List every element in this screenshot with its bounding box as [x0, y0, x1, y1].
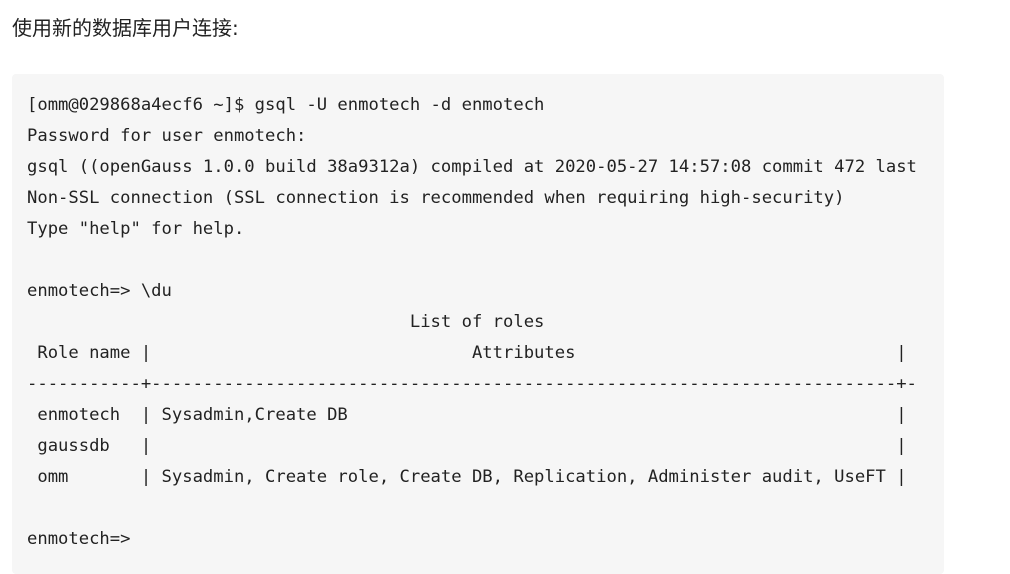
- terminal-line: List of roles: [27, 312, 545, 332]
- terminal-line: gsql ((openGauss 1.0.0 build 38a9312a) c…: [27, 157, 917, 177]
- terminal-line: enmotech=> \du: [27, 281, 172, 301]
- terminal-line: Role name | Attributes |: [27, 343, 907, 363]
- terminal-line: enmotech=>: [27, 529, 131, 549]
- terminal-output: [omm@029868a4ecf6 ~]$ gsql -U enmotech -…: [27, 90, 917, 555]
- section-heading: 使用新的数据库用户连接:: [12, 16, 239, 40]
- code-block: [omm@029868a4ecf6 ~]$ gsql -U enmotech -…: [12, 74, 944, 574]
- terminal-line: gaussdb | |: [27, 436, 907, 456]
- terminal-line: enmotech | Sysadmin,Create DB |: [27, 405, 907, 425]
- terminal-line: Password for user enmotech:: [27, 126, 307, 146]
- terminal-line: [omm@029868a4ecf6 ~]$ gsql -U enmotech -…: [27, 95, 545, 115]
- terminal-line: -----------+----------------------------…: [27, 374, 917, 394]
- terminal-line: Type "help" for help.: [27, 219, 245, 239]
- terminal-line: Non-SSL connection (SSL connection is re…: [27, 188, 845, 208]
- terminal-line: omm | Sysadmin, Create role, Create DB, …: [27, 467, 907, 487]
